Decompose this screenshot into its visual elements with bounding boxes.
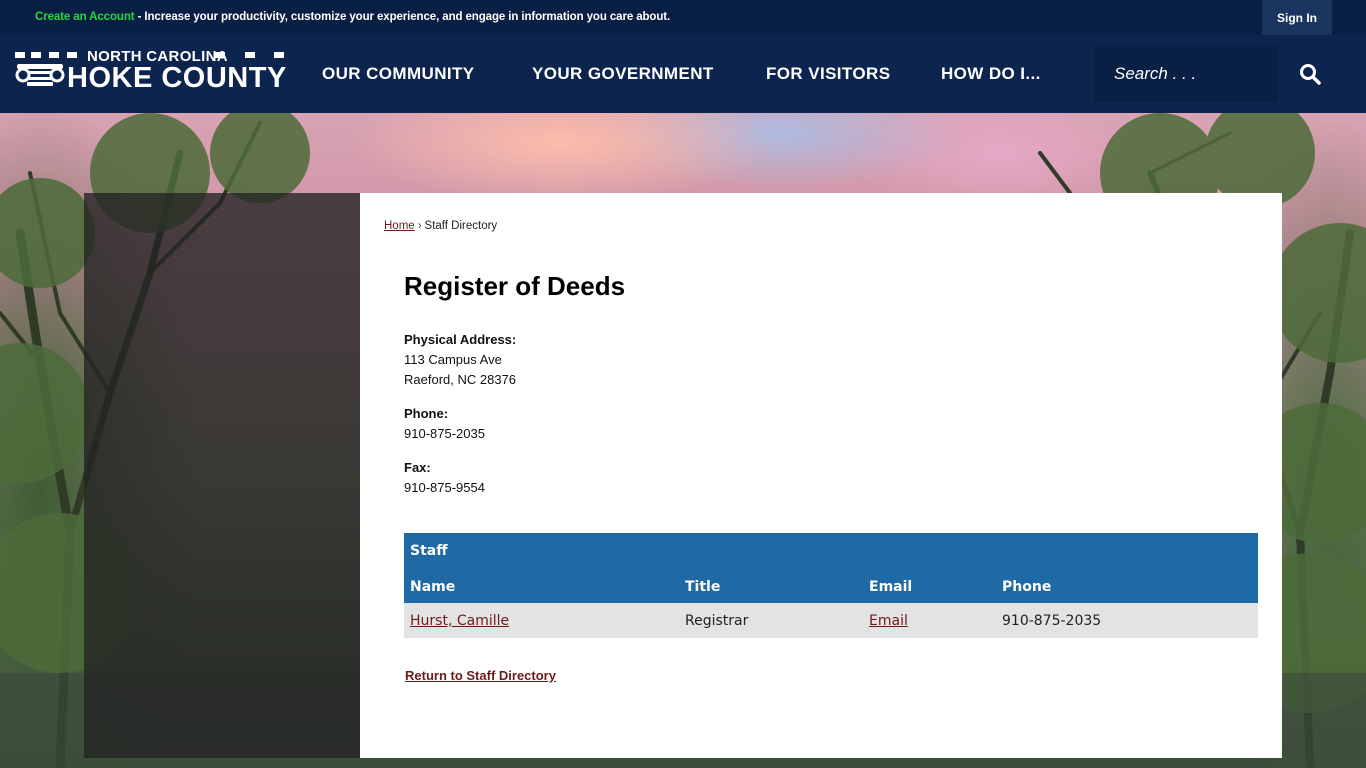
address-line-2: Raeford, NC 28376 — [404, 372, 517, 387]
nav-your-government[interactable]: YOUR GOVERNMENT — [532, 35, 714, 113]
phone-label: Phone: — [404, 406, 449, 421]
hoke-county-logo[interactable]: NORTH CAROLINA HOKE COUNTY — [15, 48, 287, 98]
address-block: Physical Address: 113 Campus Ave Raeford… — [404, 330, 516, 390]
logo-county-text: HOKE COUNTY — [67, 62, 287, 94]
capitol-column-icon — [15, 64, 65, 86]
page-title: Register of Deeds — [404, 271, 626, 301]
staff-caption: Staff — [404, 533, 1258, 567]
search-icon — [1300, 64, 1321, 85]
phone-block: Phone: 910-875-2035 — [404, 404, 485, 444]
fax-label: Fax: — [404, 460, 431, 475]
staff-table-header: Name Title Email Phone — [404, 567, 1258, 603]
column-header-phone: Phone — [996, 567, 1258, 603]
create-account-link[interactable]: Create an Account — [35, 11, 135, 23]
table-row: Hurst, Camille Registrar Email 910-875-2… — [404, 603, 1258, 638]
staff-table-caption: Staff — [404, 533, 1258, 567]
sign-in-button[interactable]: Sign In — [1262, 0, 1332, 35]
nav-how-do-i[interactable]: HOW DO I... — [941, 35, 1041, 113]
column-header-title: Title — [679, 567, 863, 603]
staff-table: Staff Name Title Email Phone Hurst, Cami… — [404, 533, 1258, 638]
address-label: Physical Address: — [404, 332, 517, 347]
staff-name-cell: Hurst, Camille — [404, 603, 679, 638]
promo-text: - Increase your productivity, customize … — [134, 11, 671, 23]
staff-phone-cell: 910-875-2035 — [996, 603, 1258, 638]
column-header-name: Name — [404, 567, 679, 603]
nav-for-visitors[interactable]: FOR VISITORS — [766, 35, 890, 113]
account-promo-message: Create an Account - Increase your produc… — [35, 11, 670, 23]
staff-name-link[interactable]: Hurst, Camille — [410, 613, 509, 629]
breadcrumb-separator: › — [417, 220, 422, 232]
breadcrumb-current: Staff Directory — [424, 220, 498, 232]
search-button[interactable] — [1288, 55, 1332, 93]
staff-title-cell: Registrar — [679, 603, 863, 638]
return-to-staff-directory-link[interactable]: Return to Staff Directory — [405, 668, 556, 683]
search-field-wrapper — [1094, 45, 1278, 102]
fax-block: Fax: 910-875-9554 — [404, 458, 485, 498]
fax-value: 910-875-9554 — [404, 480, 485, 495]
site-header: NORTH CAROLINA HOKE COUNTY OUR COMMUNITY… — [0, 35, 1366, 113]
staff-email-link[interactable]: Email — [869, 613, 908, 629]
address-line-1: 113 Campus Ave — [404, 352, 502, 367]
left-sidebar-panel — [84, 193, 360, 758]
main-content: Home › Staff Directory Register of Deeds P… — [360, 193, 1282, 758]
top-utility-bar: Create an Account - Increase your produc… — [0, 0, 1366, 35]
phone-value: 910-875-2035 — [404, 426, 485, 441]
breadcrumb-home-link[interactable]: Home — [384, 220, 415, 232]
staff-email-cell: Email — [863, 603, 996, 638]
search-input[interactable] — [1094, 45, 1278, 102]
nav-our-community[interactable]: OUR COMMUNITY — [322, 35, 475, 113]
breadcrumb: Home › Staff Directory — [384, 220, 497, 232]
column-header-email: Email — [863, 567, 996, 603]
